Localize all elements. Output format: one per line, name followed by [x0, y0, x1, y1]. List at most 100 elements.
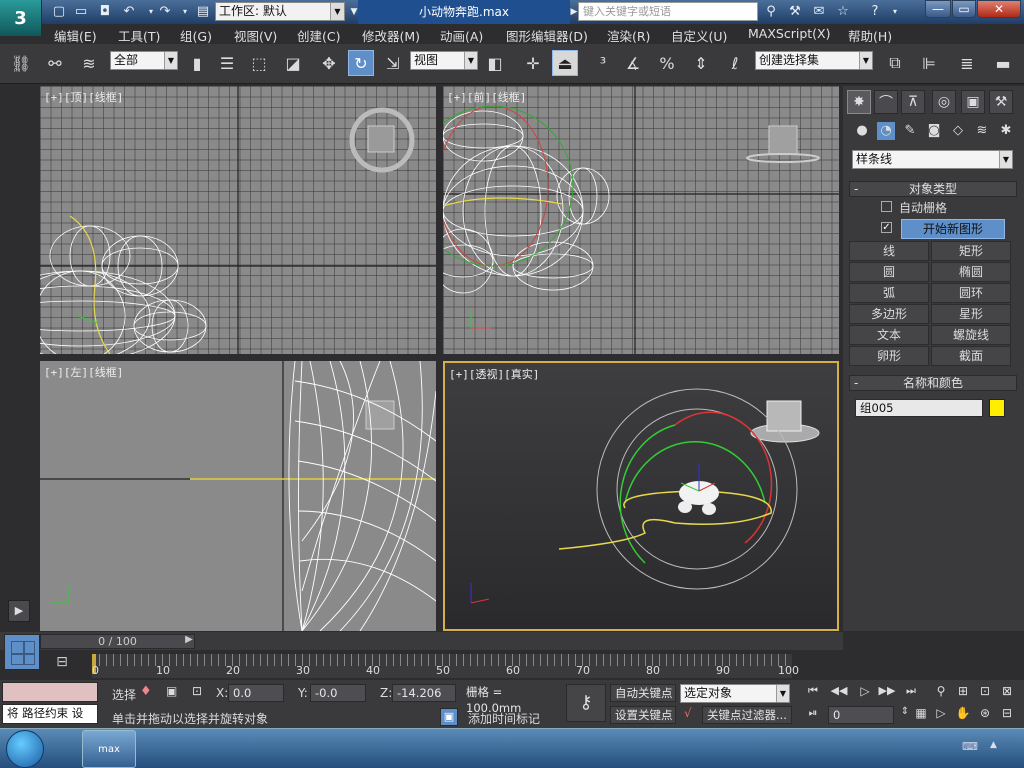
next-frame-icon[interactable]: ▶▶: [878, 684, 896, 702]
snaps-toggle-icon[interactable]: ³: [590, 50, 616, 76]
redo-dropdown-icon[interactable]: ▾: [176, 3, 194, 21]
expand-panel-icon[interactable]: ▶: [8, 600, 30, 622]
project-folder-icon[interactable]: ▤: [194, 3, 212, 21]
new-file-icon[interactable]: ▢: [50, 3, 68, 21]
name-color-rollout[interactable]: - 名称和颜色: [849, 375, 1017, 391]
favorites-star-icon[interactable]: ☆: [834, 3, 852, 21]
object-name-input[interactable]: 组005: [855, 399, 983, 417]
shape-donut-button[interactable]: 圆环: [931, 283, 1011, 303]
link-icon[interactable]: ⛓: [8, 50, 34, 76]
zoom-icon[interactable]: ⚲: [932, 684, 950, 702]
keyboard-shortcut-override-icon[interactable]: ⏏: [552, 50, 578, 76]
app-logo-button[interactable]: 3: [0, 0, 42, 36]
set-key-icon[interactable]: ⚷: [566, 684, 606, 722]
communication-icon[interactable]: ✉: [810, 3, 828, 21]
graphite-ribbon-icon[interactable]: ▬: [990, 50, 1016, 76]
object-type-rollout[interactable]: - 对象类型: [849, 181, 1017, 197]
window-crossing-icon[interactable]: ◪: [280, 50, 306, 76]
menu-group[interactable]: 组(G): [180, 26, 212, 45]
space-warps-icon[interactable]: ≋: [973, 122, 991, 140]
auto-grid-checkbox[interactable]: [881, 201, 892, 212]
go-to-start-icon[interactable]: ⏮: [804, 684, 822, 702]
add-time-tag-button[interactable]: 添加时间标记: [468, 710, 540, 727]
menu-create[interactable]: 创建(C): [297, 26, 340, 45]
pan-view-icon[interactable]: ✋: [954, 706, 972, 724]
scale-icon[interactable]: ⇲: [380, 50, 406, 76]
percent-snap-icon[interactable]: %: [654, 50, 680, 76]
menu-rendering[interactable]: 渲染(R): [607, 26, 650, 45]
category-dropdown[interactable]: 样条线 ▼: [852, 150, 1013, 169]
edit-named-selection-icon[interactable]: ℓ: [722, 50, 748, 76]
unlink-icon[interactable]: ⚯: [42, 50, 68, 76]
trackview-icon[interactable]: ⊟: [48, 654, 76, 676]
layer-manager-icon[interactable]: ≣: [954, 50, 980, 76]
start-new-shape-checkbox[interactable]: ✓: [881, 222, 892, 233]
timeline-ruler[interactable]: 0 10 20 30 40 50 60 70 80 90 100: [92, 654, 799, 678]
select-manipulate-icon[interactable]: ✛: [520, 50, 546, 76]
bind-space-warp-icon[interactable]: ≋: [76, 50, 102, 76]
shape-ellipse-button[interactable]: 椭圆: [931, 262, 1011, 282]
shape-star-button[interactable]: 星形: [931, 304, 1011, 324]
zoom-extents-all-icon[interactable]: ⊠: [998, 684, 1016, 702]
hierarchy-tab-icon[interactable]: ⊼: [901, 90, 925, 114]
maxscript-output[interactable]: 将 路径约束 设: [2, 704, 98, 724]
open-file-icon[interactable]: ▭: [72, 3, 90, 21]
menu-graph-editors[interactable]: 图形编辑器(D): [506, 26, 588, 45]
minimize-button[interactable]: —: [925, 0, 951, 18]
previous-frame-icon[interactable]: ◀◀: [830, 684, 848, 702]
frame-spinner-icon[interactable]: ⇕: [898, 706, 912, 724]
object-color-swatch[interactable]: [989, 399, 1005, 417]
shape-egg-button[interactable]: 卵形: [849, 346, 929, 366]
help-dropdown-icon[interactable]: ▾: [886, 3, 904, 21]
start-button[interactable]: [6, 730, 44, 768]
pivot-center-icon[interactable]: ◧: [482, 50, 508, 76]
named-selection-sets-dropdown[interactable]: 创建选择集 ▼: [755, 51, 873, 70]
menu-customize[interactable]: 自定义(U): [671, 26, 727, 45]
workspace-dropdown[interactable]: 工作区: 默认 ▼: [215, 2, 345, 21]
shape-arc-button[interactable]: 弧: [849, 283, 929, 303]
close-button[interactable]: ✕: [977, 0, 1021, 18]
shape-rectangle-button[interactable]: 矩形: [931, 241, 1011, 261]
key-mode-dropdown[interactable]: 选定对象 ▼: [680, 684, 790, 703]
maximize-button[interactable]: ▭: [952, 0, 976, 18]
shape-ngon-button[interactable]: 多边形: [849, 304, 929, 324]
lock-selection-icon[interactable]: ▣: [166, 684, 180, 700]
subscription-icon[interactable]: ⚒: [786, 3, 804, 21]
modify-tab-icon[interactable]: ⌒: [874, 90, 898, 114]
lights-icon[interactable]: ✎: [901, 122, 919, 140]
viewport-perspective[interactable]: [+][透视][真实]: [443, 361, 839, 631]
motion-tab-icon[interactable]: ◎: [932, 90, 956, 114]
set-key-button[interactable]: 设置关键点: [610, 706, 676, 724]
menu-tools[interactable]: 工具(T): [118, 26, 160, 45]
redo-icon[interactable]: ↷: [156, 3, 174, 21]
create-tab-icon[interactable]: ✸: [847, 90, 871, 114]
keyboard-icon[interactable]: ⌨: [962, 740, 978, 754]
rotate-icon[interactable]: ↻: [348, 50, 374, 76]
select-by-name-icon[interactable]: ☰: [214, 50, 240, 76]
viewport-layout-icon[interactable]: [4, 634, 40, 670]
menu-edit[interactable]: 编辑(E): [54, 26, 97, 45]
viewport-left[interactable]: [+][左][线框]: [40, 361, 436, 631]
y-coordinate-input[interactable]: -0.0: [310, 684, 366, 702]
viewport-front[interactable]: [+][前][线框]: [443, 86, 839, 354]
geometry-icon[interactable]: ●: [853, 122, 871, 140]
binoculars-icon[interactable]: ⚲: [762, 3, 780, 21]
key-filter-icon[interactable]: √: [684, 706, 700, 724]
align-icon[interactable]: ⊫: [916, 50, 942, 76]
utilities-tab-icon[interactable]: ⚒: [989, 90, 1013, 114]
menu-animation[interactable]: 动画(A): [440, 26, 483, 45]
mirror-icon[interactable]: ⧉: [882, 50, 908, 76]
orbit-icon[interactable]: ⊛: [976, 706, 994, 724]
absolute-mode-icon[interactable]: ⊡: [192, 684, 208, 700]
shape-section-button[interactable]: 截面: [931, 346, 1011, 366]
next-frame-arrow-icon[interactable]: ▶: [182, 634, 196, 649]
menu-maxscript[interactable]: MAXScript(X): [748, 26, 830, 41]
shape-helix-button[interactable]: 螺旋线: [931, 325, 1011, 345]
time-config-icon[interactable]: ▦: [912, 706, 930, 724]
taskbar-app-3dsmax[interactable]: max: [82, 730, 136, 768]
shape-line-button[interactable]: 线: [849, 241, 929, 261]
z-coordinate-input[interactable]: -14.206: [392, 684, 456, 702]
current-frame-input[interactable]: 0: [828, 706, 894, 724]
isolate-icon[interactable]: ♦: [140, 684, 154, 700]
shapes-icon[interactable]: ◔: [877, 122, 895, 140]
